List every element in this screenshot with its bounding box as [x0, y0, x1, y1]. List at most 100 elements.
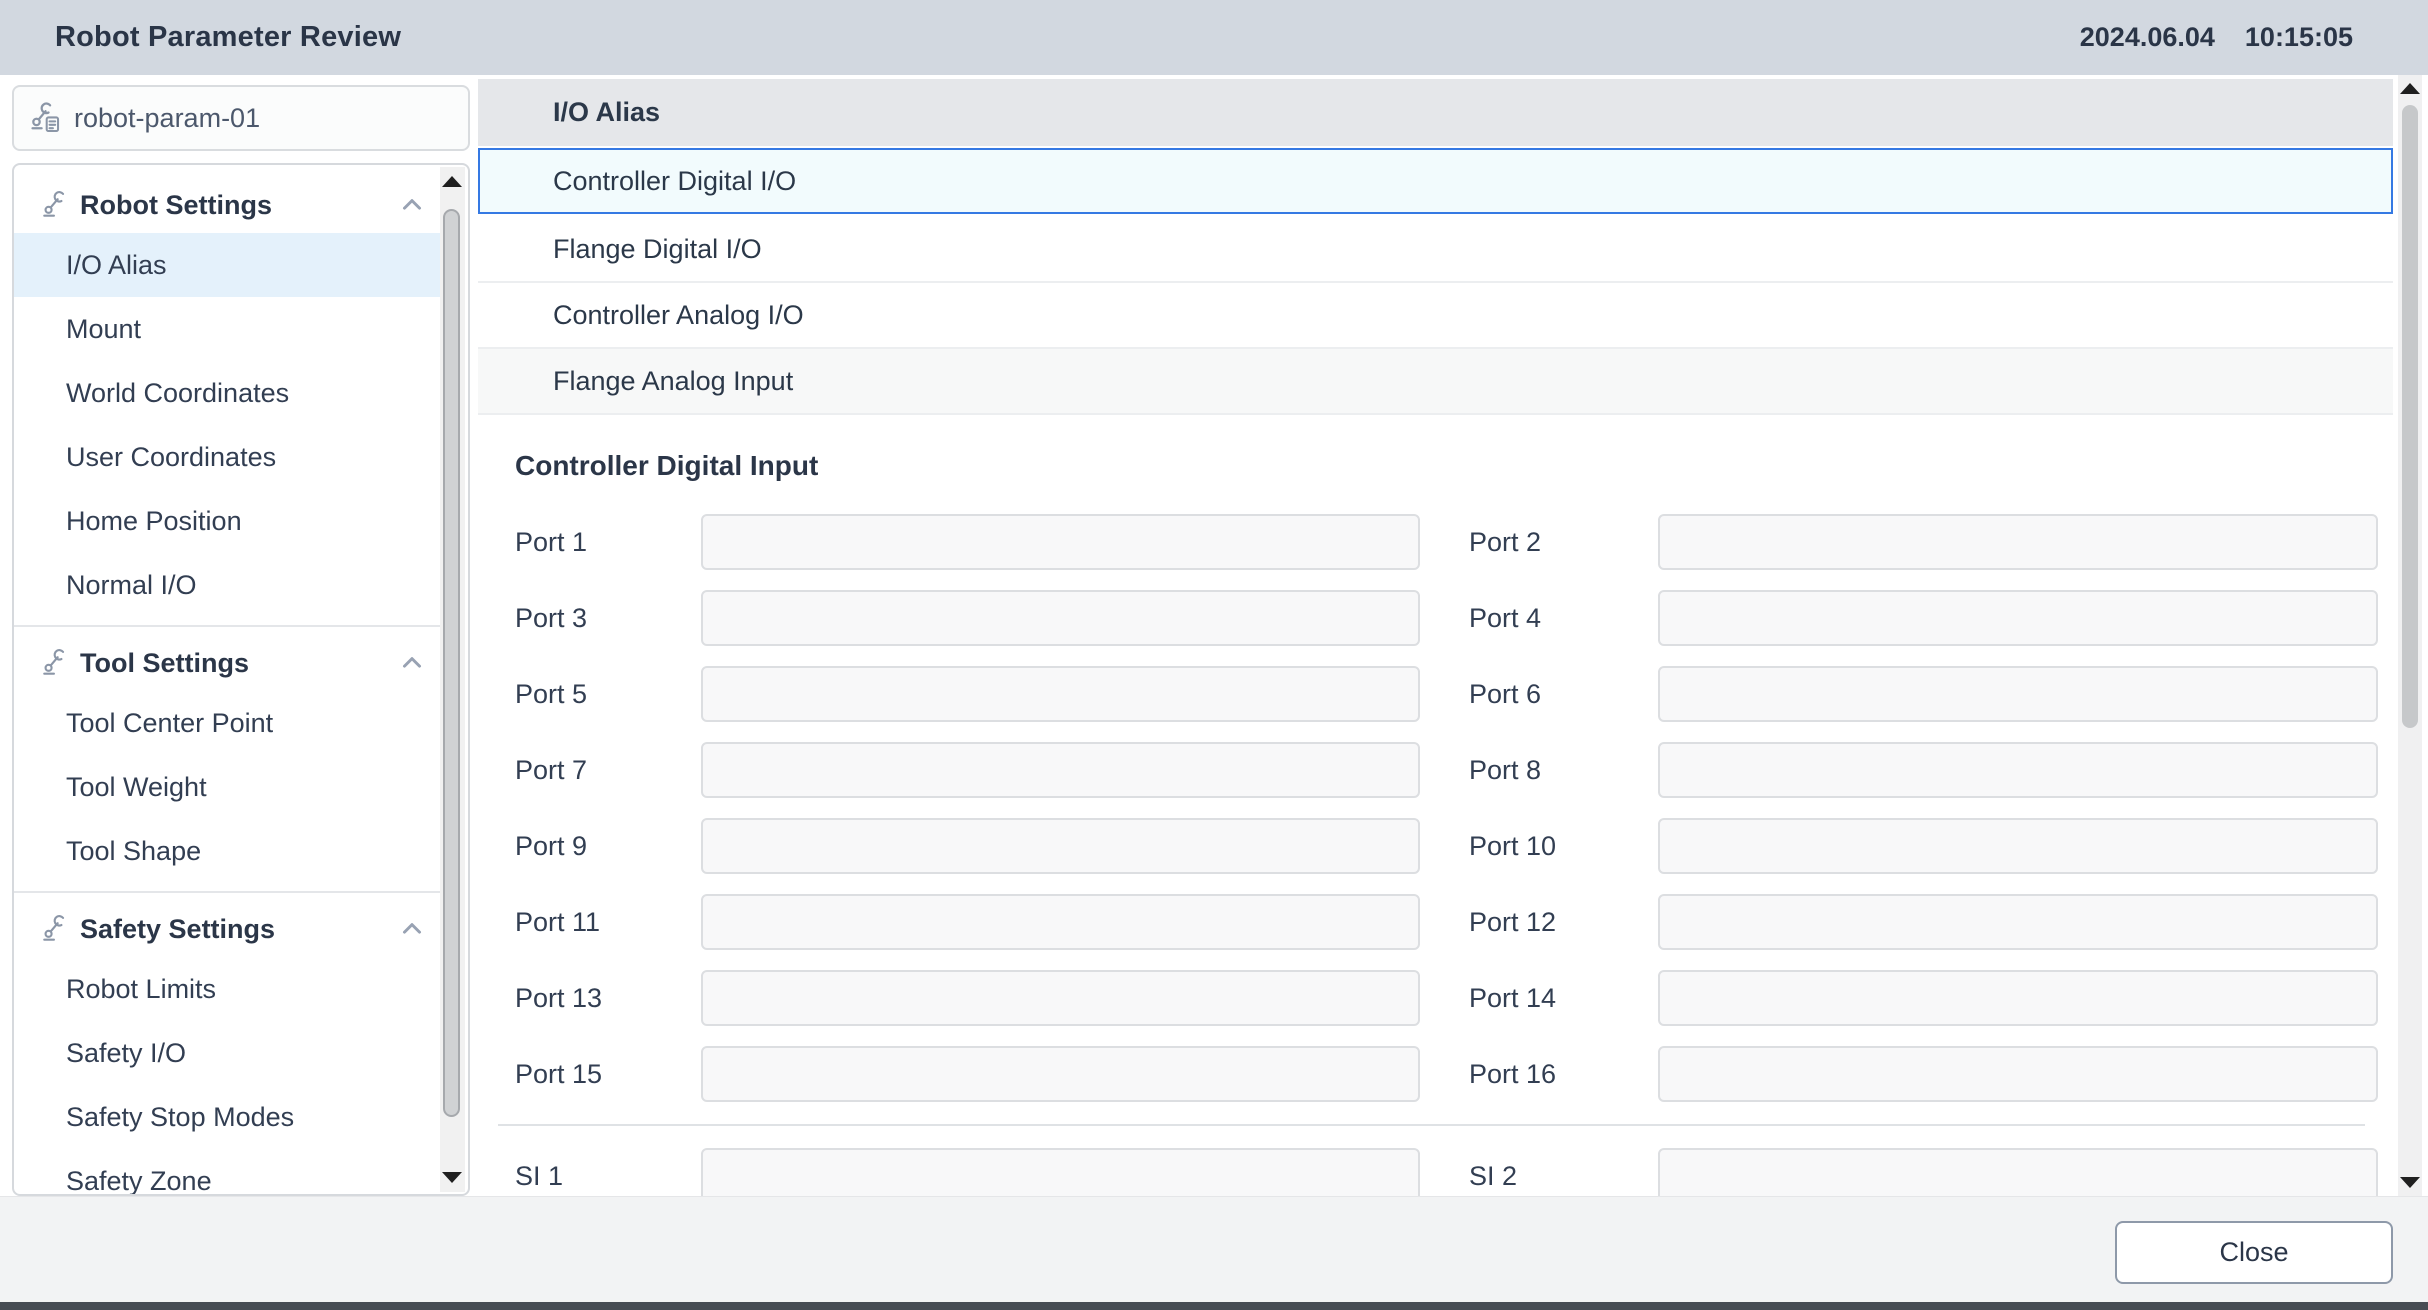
port-row: Port 3 Port 4 — [515, 580, 2393, 656]
tree-section-robot-settings[interactable]: Robot Settings — [14, 177, 441, 233]
port-11-input[interactable] — [701, 894, 1420, 950]
port-6-input[interactable] — [1658, 666, 2378, 722]
sidebar-item-label: Tool Shape — [66, 836, 201, 867]
port-15-input[interactable] — [701, 1046, 1420, 1102]
tree-section-label: Safety Settings — [80, 914, 275, 945]
port-7-input[interactable] — [701, 742, 1420, 798]
tab-label: Controller Analog I/O — [553, 300, 804, 331]
port-1-label: Port 1 — [515, 527, 701, 558]
sidebar-item-label: Tool Weight — [66, 772, 207, 803]
tab-controller-digital-io[interactable]: Controller Digital I/O — [478, 148, 2393, 214]
tree-section-label: Tool Settings — [80, 648, 249, 679]
robot-arm-icon — [40, 914, 70, 944]
sidebar-item-mount[interactable]: Mount — [14, 297, 441, 361]
sidebar-item-label: Safety Zone — [66, 1166, 212, 1195]
port-2-input[interactable] — [1658, 514, 2378, 570]
sidebar-item-safety-zone[interactable]: Safety Zone — [14, 1149, 441, 1194]
si-2-label: SI 2 — [1469, 1161, 1658, 1192]
port-1-input[interactable] — [701, 514, 1420, 570]
si-1-input[interactable] — [701, 1148, 1420, 1196]
port-7-label: Port 7 — [515, 755, 701, 786]
sidebar-item-tool-center-point[interactable]: Tool Center Point — [14, 691, 441, 755]
port-row: Port 1 Port 2 — [515, 504, 2393, 580]
sidebar-item-label: Mount — [66, 314, 141, 345]
chevron-up-icon — [397, 190, 427, 220]
content-scrollbar[interactable] — [2398, 75, 2422, 1196]
close-button[interactable]: Close — [2115, 1221, 2393, 1284]
scroll-up-arrow-icon[interactable] — [442, 176, 462, 187]
scroll-down-arrow-icon[interactable] — [442, 1172, 462, 1183]
sidebar-scrollbar[interactable] — [440, 167, 465, 1192]
port-14-input[interactable] — [1658, 970, 2378, 1026]
port-3-label: Port 3 — [515, 603, 701, 634]
port-4-input[interactable] — [1658, 590, 2378, 646]
sidebar-item-safety-stop-modes[interactable]: Safety Stop Modes — [14, 1085, 441, 1149]
port-10-input[interactable] — [1658, 818, 2378, 874]
port-5-label: Port 5 — [515, 679, 701, 710]
port-form: Port 1 Port 2 Port 3 Port 4 Port 5 Port … — [478, 504, 2393, 1112]
robot-arm-icon — [40, 190, 70, 220]
sidebar-item-label: World Coordinates — [66, 378, 289, 409]
tab-label: I/O Alias — [553, 97, 660, 128]
time-label: 10:15:05 — [2245, 22, 2353, 53]
sidebar-item-home-position[interactable]: Home Position — [14, 489, 441, 553]
port-11-label: Port 11 — [515, 907, 701, 938]
scroll-up-arrow-icon[interactable] — [2400, 83, 2420, 94]
param-name-field[interactable] — [12, 85, 470, 151]
port-row: Port 15 Port 16 — [515, 1036, 2393, 1112]
port-4-label: Port 4 — [1469, 603, 1658, 634]
port-row: Port 11 Port 12 — [515, 884, 2393, 960]
section-title: Controller Digital Input — [515, 448, 2393, 483]
tree-section-tool-settings[interactable]: Tool Settings — [14, 635, 441, 691]
sidebar-item-safety-io[interactable]: Safety I/O — [14, 1021, 441, 1085]
tree-section-safety-settings[interactable]: Safety Settings — [14, 901, 441, 957]
chevron-up-icon — [397, 914, 427, 944]
port-9-label: Port 9 — [515, 831, 701, 862]
si-2-input[interactable] — [1658, 1148, 2378, 1196]
port-row: Port 5 Port 6 — [515, 656, 2393, 732]
port-3-input[interactable] — [701, 590, 1420, 646]
settings-tree-viewport: Robot Settings I/O Alias Mount World Coo… — [14, 165, 441, 1194]
sidebar-item-io-alias[interactable]: I/O Alias — [14, 233, 441, 297]
tab-label: Controller Digital I/O — [553, 166, 796, 197]
tab-controller-analog-io[interactable]: Controller Analog I/O — [478, 283, 2393, 349]
port-9-input[interactable] — [701, 818, 1420, 874]
sidebar-item-label: Safety Stop Modes — [66, 1102, 294, 1133]
port-8-label: Port 8 — [1469, 755, 1658, 786]
bottom-edge — [0, 1302, 2428, 1310]
port-16-input[interactable] — [1658, 1046, 2378, 1102]
sidebar-item-world-coordinates[interactable]: World Coordinates — [14, 361, 441, 425]
sidebar-item-label: Robot Limits — [66, 974, 216, 1005]
sidebar-item-label: Home Position — [66, 506, 242, 537]
sidebar-item-label: Safety I/O — [66, 1038, 186, 1069]
sidebar-item-tool-weight[interactable]: Tool Weight — [14, 755, 441, 819]
sidebar-item-robot-limits[interactable]: Robot Limits — [14, 957, 441, 1021]
sidebar-item-user-coordinates[interactable]: User Coordinates — [14, 425, 441, 489]
tree-divider — [14, 891, 441, 893]
sidebar-item-label: User Coordinates — [66, 442, 276, 473]
chevron-up-icon — [397, 648, 427, 678]
port-16-label: Port 16 — [1469, 1059, 1658, 1090]
sidebar-item-normal-io[interactable]: Normal I/O — [14, 553, 441, 617]
port-12-input[interactable] — [1658, 894, 2378, 950]
sidebar-scrollbar-thumb[interactable] — [443, 209, 460, 1117]
port-5-input[interactable] — [701, 666, 1420, 722]
tab-flange-digital-io[interactable]: Flange Digital I/O — [478, 217, 2393, 283]
sidebar: Robot Settings I/O Alias Mount World Coo… — [12, 0, 470, 1310]
port-8-input[interactable] — [1658, 742, 2378, 798]
tab-label: Flange Analog Input — [553, 366, 793, 397]
scroll-down-arrow-icon[interactable] — [2400, 1177, 2420, 1188]
section-divider — [498, 1124, 2365, 1126]
port-12-label: Port 12 — [1469, 907, 1658, 938]
sidebar-item-label: I/O Alias — [66, 250, 167, 281]
tree-divider — [14, 625, 441, 627]
sidebar-item-label: Tool Center Point — [66, 708, 273, 739]
io-alias-group-header[interactable]: I/O Alias — [478, 79, 2393, 146]
port-13-input[interactable] — [701, 970, 1420, 1026]
content-scrollbar-thumb[interactable] — [2402, 105, 2418, 728]
param-name-input[interactable] — [74, 103, 454, 134]
port-row: Port 9 Port 10 — [515, 808, 2393, 884]
sidebar-item-tool-shape[interactable]: Tool Shape — [14, 819, 441, 883]
tab-flange-analog-input[interactable]: Flange Analog Input — [478, 349, 2393, 415]
content-panel: I/O Alias Controller Digital I/O Flange … — [478, 75, 2393, 1196]
